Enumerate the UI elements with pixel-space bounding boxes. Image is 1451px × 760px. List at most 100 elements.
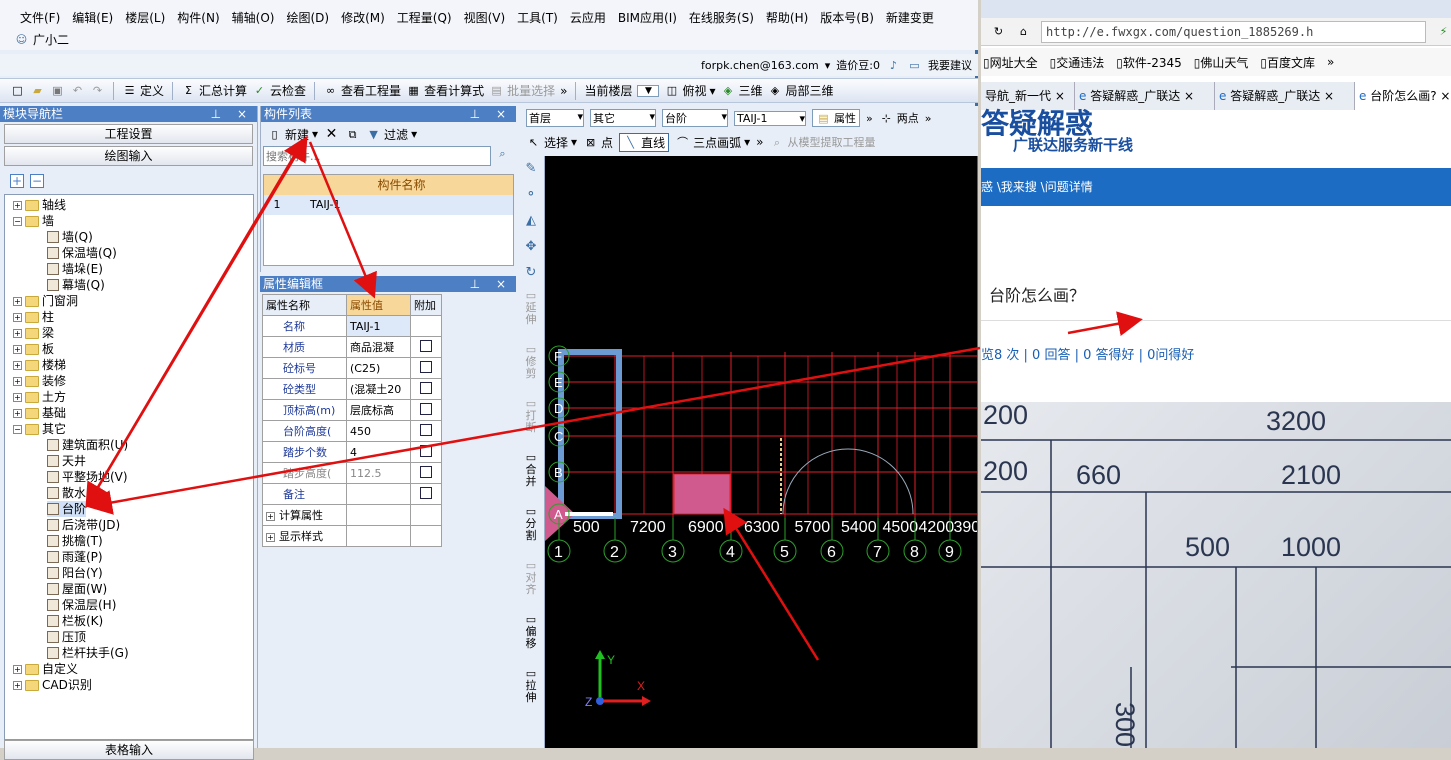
menu-item[interactable]: 版本号(B) — [814, 10, 880, 26]
menu-item[interactable]: 文件(F) — [14, 10, 66, 26]
menu-item[interactable]: 帮助(H) — [760, 10, 814, 26]
edit-tool-button[interactable]: ▭ 分割 — [518, 502, 544, 556]
browser-tab[interactable]: e 台阶怎么画? × — [1355, 82, 1451, 110]
menu-item[interactable]: 辅轴(O) — [226, 10, 281, 26]
prop-row[interactable]: 备注 — [262, 483, 442, 505]
prop-row[interactable]: 台阶高度(450 — [262, 420, 442, 442]
edit-tool-icon[interactable]: ✎ — [518, 156, 544, 182]
expand-icon[interactable]: + — [266, 533, 275, 542]
menu-item[interactable]: 视图(V) — [458, 10, 512, 26]
tree-leaf[interactable]: 墙(Q) — [47, 229, 93, 245]
category-select[interactable]: 其它 ▾ — [590, 109, 656, 127]
define-button[interactable]: ☰ 定义 — [122, 82, 164, 99]
tree-folder[interactable]: + 门窗洞 — [13, 293, 78, 309]
expand-all-icon[interactable]: + — [10, 174, 24, 188]
search-icon[interactable]: ⌕ — [495, 146, 510, 161]
extra-checkbox[interactable] — [420, 444, 432, 457]
tree-leaf[interactable]: 雨蓬(P) — [47, 549, 103, 565]
expand-icon[interactable]: + — [266, 512, 275, 521]
copy-icon[interactable]: ⧉ — [345, 127, 360, 142]
browser-tab[interactable]: e 答疑解惑_广联达 × — [1075, 82, 1215, 110]
pin-close-icons[interactable]: ⊥ × — [470, 276, 516, 292]
tree-folder[interactable]: + 自定义 — [13, 661, 78, 677]
tree-leaf[interactable]: 台阶 — [47, 501, 87, 517]
edit-tool-button[interactable]: ▭ 拉伸 — [518, 664, 544, 718]
batch-select-button[interactable]: ▤ 批量选择 — [489, 82, 555, 99]
expand-icon[interactable]: + — [13, 344, 22, 354]
collapse-all-icon[interactable]: − — [30, 174, 44, 188]
menu-item[interactable]: 楼层(L) — [119, 10, 171, 26]
refresh-icon[interactable]: ↻ — [991, 24, 1006, 39]
edit-tool-icon[interactable]: ✥ — [518, 234, 544, 260]
expand-icon[interactable]: + — [13, 680, 22, 690]
tree-leaf[interactable]: 屋面(W) — [47, 581, 107, 597]
save-icon[interactable]: ▣ — [50, 83, 65, 98]
prop-row[interactable]: 踏步个数 4 — [262, 441, 442, 463]
component-search-input[interactable] — [263, 146, 491, 166]
pin-close-icons[interactable]: ⊥ × — [211, 106, 257, 122]
prop-row[interactable]: 材质 商品混凝 — [262, 336, 442, 358]
tree-leaf[interactable]: 保温层(H) — [47, 597, 116, 613]
3d-button[interactable]: ◈ 三维 — [721, 82, 763, 99]
tree-leaf[interactable]: 建筑面积(U) — [47, 437, 128, 453]
expand-icon[interactable]: + — [13, 664, 22, 674]
menu-item[interactable]: 构件(N) — [171, 10, 225, 26]
edit-tool-button[interactable]: ▭ 偏移 — [518, 610, 544, 664]
tree-folder[interactable]: + 柱 — [13, 309, 54, 325]
tree-folder[interactable]: − 其它 — [13, 421, 66, 437]
tree-folder[interactable]: + 土方 — [13, 389, 66, 405]
expand-icon[interactable]: + — [13, 296, 22, 306]
type-select[interactable]: 台阶 ▾ — [662, 109, 728, 127]
tree-folder[interactable]: + 楼梯 — [13, 357, 66, 373]
tree-leaf[interactable]: 平整场地(V) — [47, 469, 128, 485]
edit-tool-button[interactable]: ▭ 修剪 — [518, 340, 544, 394]
url-field[interactable]: http://e.fwxgx.com/question_1885269.h — [1041, 20, 1426, 43]
prop-group[interactable]: + 计算属性 — [262, 504, 442, 526]
tree-leaf[interactable]: 阳台(Y) — [47, 565, 103, 581]
expand-icon[interactable]: + — [13, 408, 22, 418]
prop-row[interactable]: 砼标号 (C25) — [262, 357, 442, 379]
filter-button[interactable]: ▼ 过滤 ▾ — [366, 126, 417, 143]
bell-icon[interactable]: ♪ — [886, 58, 901, 73]
tree-leaf[interactable]: 保温墙(Q) — [47, 245, 117, 261]
expand-icon[interactable]: + — [13, 392, 22, 402]
tree-folder[interactable]: + 梁 — [13, 325, 54, 341]
tree-folder[interactable]: + 基础 — [13, 405, 66, 421]
favorite-link[interactable]: ▯佛山天气 — [1194, 54, 1249, 71]
dropdown-icon[interactable]: ▾ — [825, 59, 831, 72]
extra-checkbox[interactable] — [420, 339, 432, 352]
account-email[interactable]: forpk.chen@163.com — [701, 59, 819, 72]
extra-checkbox[interactable] — [420, 360, 432, 373]
extra-checkbox[interactable] — [420, 465, 432, 478]
tree-leaf[interactable]: 压顶 — [47, 629, 86, 645]
favorite-link[interactable]: ▯百度文库 — [1260, 54, 1315, 71]
tree-leaf[interactable]: 后浇带(JD) — [47, 517, 120, 533]
tree-folder[interactable]: + 轴线 — [13, 197, 66, 213]
component-row[interactable]: 1 TAIJ-1 — [264, 195, 513, 215]
open-folder-icon[interactable]: ▰ — [30, 83, 45, 98]
select-button[interactable]: ↖ 选择 ▾ — [526, 134, 577, 151]
more-chevron[interactable]: » — [1327, 55, 1334, 69]
expand-icon[interactable]: + — [13, 360, 22, 370]
favorite-link[interactable]: ▯网址大全 — [983, 54, 1038, 71]
extra-checkbox[interactable] — [420, 402, 432, 415]
component-select[interactable]: TAIJ-1 ▾ — [734, 110, 806, 126]
assistant-label[interactable]: 广小二 — [33, 31, 69, 48]
menu-item[interactable]: BIM应用(I) — [612, 10, 683, 26]
edit-tool-icon[interactable]: ◭ — [518, 208, 544, 234]
tree-folder[interactable]: − 墙 — [13, 213, 54, 229]
collapse-icon[interactable]: − — [13, 424, 22, 434]
undo-icon[interactable]: ↶ — [70, 83, 85, 98]
extra-checkbox[interactable] — [420, 486, 432, 499]
menu-item[interactable]: 在线服务(S) — [683, 10, 760, 26]
table-input-button[interactable]: 表格输入 — [4, 740, 254, 760]
close-tab-icon[interactable]: × — [1437, 89, 1450, 103]
edit-tool-button[interactable]: ▭ 延伸 — [518, 286, 544, 340]
line-button[interactable]: ╲ 直线 — [619, 132, 670, 152]
tree-leaf[interactable]: 栏板(K) — [47, 613, 103, 629]
view-formula-button[interactable]: ▦ 查看计算式 — [406, 82, 484, 99]
expand-icon[interactable]: + — [13, 328, 22, 338]
floor-select[interactable]: 首层 ▾ — [526, 109, 584, 127]
site-nav[interactable]: 惑 \我来搜 \问题详情 — [981, 168, 1451, 206]
prop-row[interactable]: 踏步高度(112.5 — [262, 462, 442, 484]
